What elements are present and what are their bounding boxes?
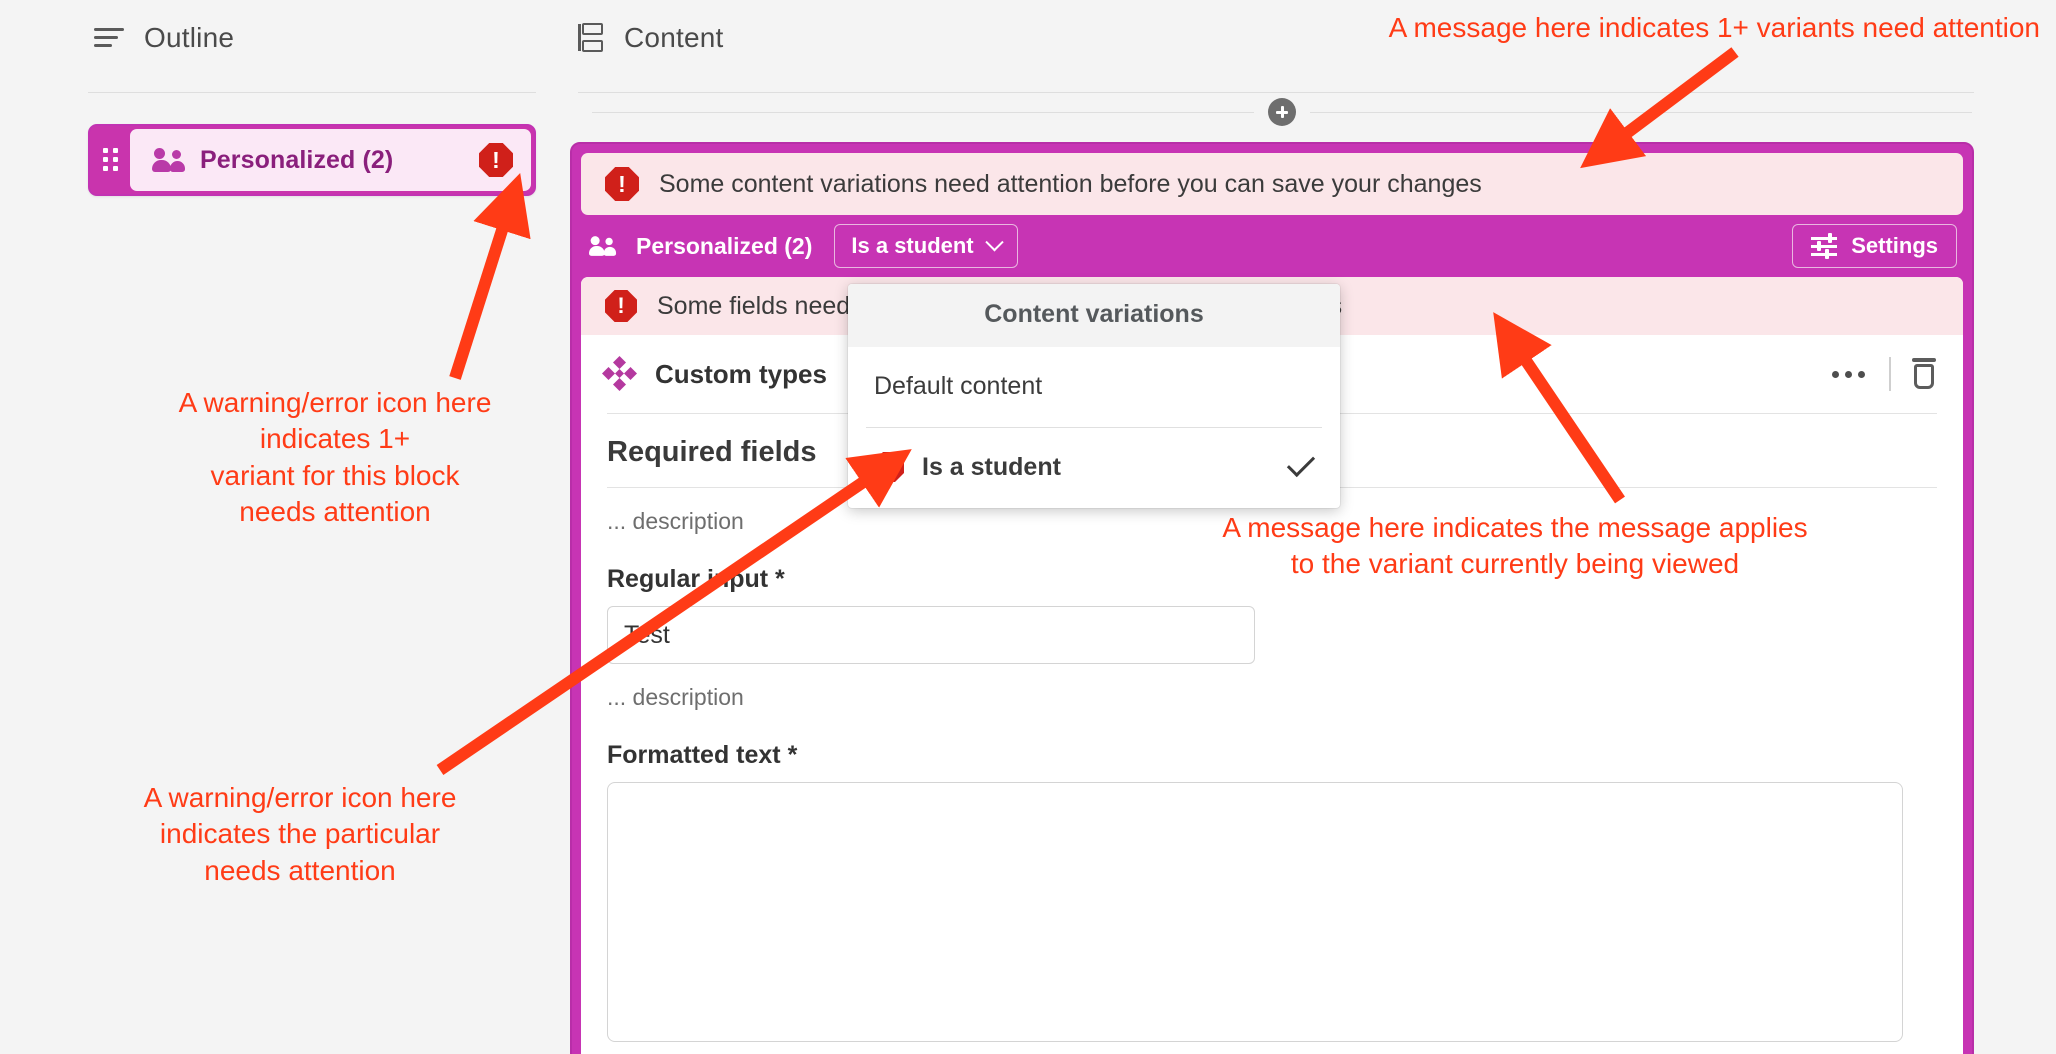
outline-lines-icon (94, 27, 124, 49)
content-header-divider (578, 92, 1974, 93)
annotation-top-right: A message here indicates 1+ variants nee… (1388, 12, 2040, 43)
outline-item-body[interactable]: Personalized (2) ! (130, 129, 531, 191)
block-level-error-banner: ! Some content variations need attention… (581, 153, 1963, 215)
block-toolbar-title: Personalized (2) (589, 233, 812, 260)
people-icon (589, 236, 617, 256)
add-block-divider (592, 98, 1972, 126)
menu-item-is-a-student[interactable]: ! Is a student (848, 428, 1340, 508)
block-banner-text: Some content variations need attention b… (659, 169, 1482, 198)
outline-column-header: Outline (94, 22, 234, 54)
divider-line-left (592, 111, 1254, 113)
content-column-header: Content (578, 22, 723, 54)
content-variations-menu-header: Content variations (848, 284, 1340, 347)
outline-item-label: Personalized (2) (200, 145, 394, 174)
settings-button-label: Settings (1851, 233, 1938, 258)
error-octagon-icon: ! (605, 167, 639, 201)
trash-icon[interactable] (1911, 358, 1937, 390)
sliders-icon (1811, 233, 1838, 259)
arrow-to-outline-error-icon (449, 172, 531, 380)
outline-item-personalized[interactable]: Personalized (2) ! (88, 124, 536, 196)
action-divider (1889, 357, 1891, 391)
check-icon (1286, 448, 1316, 478)
settings-button[interactable]: Settings (1792, 224, 1957, 268)
block-toolbar-title-label: Personalized (2) (636, 232, 813, 259)
content-column-label: Content (624, 22, 724, 53)
regular-input-description: ... description (607, 684, 744, 710)
menu-item-label: Is a student (922, 452, 1061, 481)
custom-types-label: Custom types (655, 358, 827, 389)
variant-selector-value: Is a student (851, 233, 974, 258)
chevron-down-icon (984, 232, 1004, 251)
custom-types-actions (1828, 357, 1937, 391)
annotation-left-lower: A warning/error icon here indicates the … (143, 782, 457, 886)
stacked-blocks-icon (578, 22, 604, 54)
people-icon (152, 148, 186, 172)
error-octagon-icon: ! (874, 452, 904, 482)
personalized-content-block: ! Some content variations need attention… (570, 142, 1974, 1054)
block-toolbar: Personalized (2) Is a student Settings (581, 215, 1963, 277)
error-octagon-icon: ! (605, 290, 637, 322)
annotation-right-middle: A message here indicates the message app… (1222, 512, 1808, 580)
outline-header-divider (88, 92, 536, 93)
menu-item-label: Default content (874, 371, 1043, 400)
diamond-cluster-icon (602, 356, 637, 391)
regular-input-field[interactable] (607, 606, 1255, 664)
menu-item-default-content[interactable]: Default content (848, 347, 1340, 427)
plus-circle-icon[interactable] (1268, 98, 1296, 126)
annotation-left-upper: A warning/error icon here indicates 1+ v… (178, 387, 492, 528)
error-octagon-icon[interactable]: ! (479, 143, 513, 177)
outline-column-label: Outline (144, 22, 235, 53)
formatted-text-field[interactable] (607, 782, 1903, 1042)
formatted-text-label: Formatted text * (607, 741, 798, 769)
divider-line-right (1310, 111, 1972, 113)
content-variations-menu: Content variations Default content ! Is … (848, 284, 1340, 508)
ellipsis-icon[interactable] (1828, 367, 1869, 382)
variant-selector-dropdown[interactable]: Is a student (834, 224, 1018, 268)
drag-handle-icon[interactable] (90, 126, 130, 194)
